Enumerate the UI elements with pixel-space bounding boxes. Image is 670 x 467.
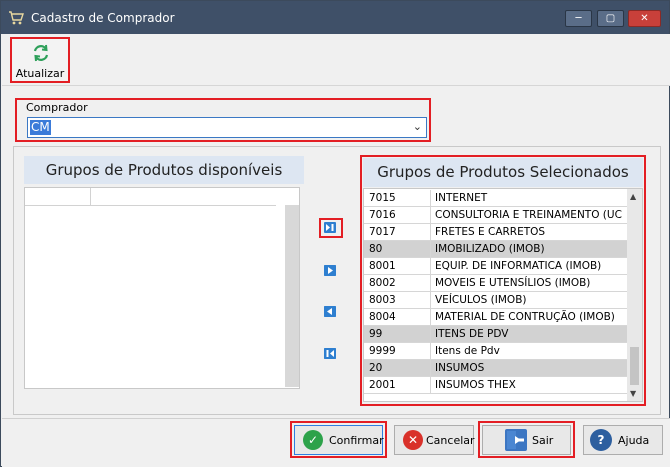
comprador-value: CM — [30, 120, 51, 135]
row-code: 8002 — [369, 277, 396, 289]
maximize-button[interactable]: ▢ — [597, 10, 624, 27]
close-icon: ✕ — [640, 13, 649, 24]
row-name: VEÍCULOS (IMOB) — [430, 292, 627, 308]
table-row[interactable]: 9999 Itens de Pdv — [364, 343, 627, 360]
table-row[interactable]: 2001 INSUMOS THEX — [364, 377, 627, 394]
cancelar-label: Cancelar — [426, 434, 475, 447]
row-code: 8004 — [369, 311, 396, 323]
exit-door-icon — [505, 429, 527, 451]
table-row[interactable]: 8002 MOVEIS E UTENSÍLIOS (IMOB) — [364, 275, 627, 292]
sair-label: Sair — [532, 434, 554, 447]
selected-scrollbar[interactable]: ▲ ▼ — [627, 189, 642, 401]
row-name: INTERNET — [430, 190, 627, 206]
group-row[interactable]: 20 INSUMOS — [364, 360, 627, 377]
sair-button[interactable]: Sair — [482, 425, 571, 455]
row-code: 8001 — [369, 260, 396, 272]
move-right-icon — [324, 265, 336, 276]
comprador-label: Comprador — [26, 101, 88, 114]
chevron-down-icon[interactable]: ⌄ — [413, 120, 422, 133]
row-code: 99 — [369, 328, 383, 340]
selected-groups-group: Grupos de Produtos Selecionados 7015 INTE… — [360, 155, 646, 406]
move-right-button[interactable] — [319, 262, 343, 282]
row-name: MOVEIS E UTENSÍLIOS (IMOB) — [430, 275, 627, 291]
selected-groups-header: Grupos de Produtos Selecionados — [363, 158, 643, 187]
row-name: ITENS DE PDV — [430, 326, 627, 342]
row-name: Itens de Pdv — [430, 343, 627, 359]
atualizar-label: Atualizar — [15, 67, 65, 80]
group-row[interactable]: 80 IMOBILIZADO (IMOB) — [364, 241, 627, 258]
ajuda-label: Ajuda — [618, 434, 650, 447]
move-all-right-button[interactable] — [319, 218, 343, 238]
refresh-icon — [33, 44, 49, 62]
row-code: 7016 — [369, 209, 396, 221]
comprador-group: Comprador CM ⌄ — [15, 98, 431, 142]
available-groups-header: Grupos de Produtos disponíveis — [24, 156, 304, 184]
cart-icon — [9, 11, 24, 25]
row-code: 20 — [369, 362, 383, 374]
available-scrollbar[interactable] — [285, 205, 299, 387]
move-all-right-icon — [324, 222, 336, 233]
atualizar-button[interactable]: Atualizar — [10, 37, 70, 83]
table-row[interactable]: 7015 INTERNET — [364, 190, 627, 207]
row-code: 7015 — [369, 192, 396, 204]
confirmar-button[interactable]: ✓ Confirmar — [294, 425, 384, 455]
table-row[interactable]: 7017 FRETES E CARRETOS — [364, 224, 627, 241]
ajuda-button[interactable]: ? Ajuda — [583, 425, 663, 455]
check-icon: ✓ — [303, 430, 323, 450]
table-row[interactable]: 7016 CONSULTORIA E TREINAMENTO (UC — [364, 207, 627, 224]
row-code: 2001 — [369, 379, 396, 391]
available-header-cell-name — [91, 188, 276, 206]
confirmar-label: Confirmar — [329, 434, 384, 447]
available-groups-list[interactable] — [24, 187, 300, 389]
window-title: Cadastro de Comprador — [31, 11, 175, 25]
row-name: INSUMOS THEX — [430, 377, 627, 393]
row-code: 9999 — [369, 345, 396, 357]
minimize-button[interactable]: ─ — [565, 10, 592, 27]
scroll-up-icon[interactable]: ▲ — [630, 192, 636, 201]
comprador-select[interactable]: CM ⌄ — [27, 117, 427, 138]
selected-groups-list[interactable]: 7015 INTERNET 7016 CONSULTORIA E TREINAMENT… — [363, 188, 643, 402]
toolbar: Atualizar — [2, 34, 670, 86]
row-name: INSUMOS — [430, 360, 627, 376]
move-left-button[interactable] — [319, 303, 343, 323]
table-row[interactable]: 8004 MATERIAL DE CONTRUÇÃO (IMOB) — [364, 309, 627, 326]
table-row[interactable]: 8001 EQUIP. DE INFORMATICA (IMOB) — [364, 258, 627, 275]
row-code: 7017 — [369, 226, 396, 238]
available-header-cell-code — [25, 188, 91, 206]
row-name: EQUIP. DE INFORMATICA (IMOB) — [430, 258, 627, 274]
close-button[interactable]: ✕ — [628, 10, 661, 27]
help-icon: ? — [590, 429, 612, 451]
cancel-icon: ✕ — [403, 430, 423, 450]
minimize-icon: ─ — [575, 13, 582, 24]
group-row[interactable]: 99 ITENS DE PDV — [364, 326, 627, 343]
row-name: FRETES E CARRETOS — [430, 224, 627, 240]
row-code: 80 — [369, 243, 383, 255]
move-left-icon — [324, 306, 336, 317]
cancelar-button[interactable]: ✕ Cancelar — [394, 425, 475, 455]
table-row[interactable]: 8003 VEÍCULOS (IMOB) — [364, 292, 627, 309]
row-name: CONSULTORIA E TREINAMENTO (UC — [430, 207, 627, 223]
move-all-left-icon — [324, 348, 336, 359]
row-name: MATERIAL DE CONTRUÇÃO (IMOB) — [430, 309, 627, 325]
scroll-thumb[interactable] — [630, 347, 639, 385]
selected-rows: 7015 INTERNET 7016 CONSULTORIA E TREINAMENT… — [364, 190, 627, 394]
window: Cadastro de Comprador ─ ▢ ✕ Atualizar Co… — [0, 0, 670, 467]
maximize-icon: ▢ — [605, 13, 616, 24]
scroll-down-icon[interactable]: ▼ — [630, 389, 636, 398]
move-all-left-button[interactable] — [319, 345, 343, 365]
row-name: IMOBILIZADO (IMOB) — [430, 241, 627, 257]
title-bar: Cadastro de Comprador ─ ▢ ✕ — [1, 1, 669, 34]
row-code: 8003 — [369, 294, 396, 306]
